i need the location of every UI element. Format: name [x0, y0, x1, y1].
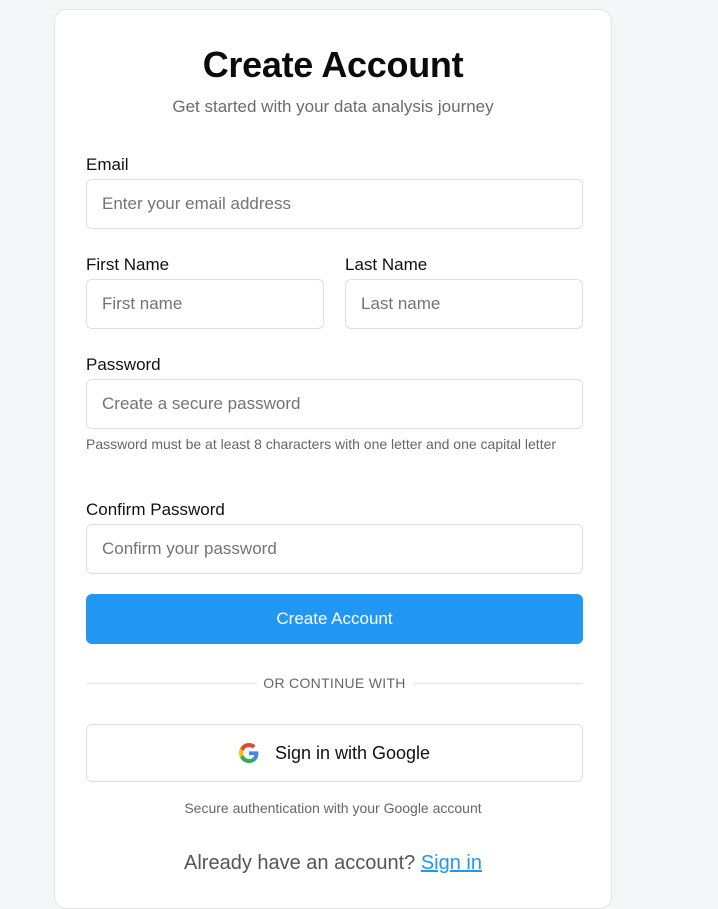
confirm-password-input[interactable] — [86, 524, 583, 574]
first-name-input[interactable] — [86, 279, 324, 329]
google-signin-button[interactable]: Sign in with Google — [86, 724, 583, 782]
password-label: Password — [86, 355, 161, 374]
page-title: Create Account — [202, 44, 464, 85]
google-signin-label: Sign in with Google — [274, 742, 431, 763]
last-name-input[interactable] — [345, 279, 583, 329]
password-hint: Password must be at least 8 characters w… — [86, 436, 557, 452]
signup-card: Create Account Get started with your dat… — [54, 9, 612, 909]
signin-link[interactable]: Sign in — [421, 852, 482, 874]
signin-prompt: Already have an account? — [184, 852, 416, 874]
confirm-password-label: Confirm Password — [86, 500, 225, 519]
signin-prompt-row: Already have an account? Sign in — [55, 852, 611, 875]
create-account-button[interactable]: Create Account — [86, 594, 583, 644]
divider-label: OR CONTINUE WITH — [263, 675, 406, 691]
last-name-label: Last Name — [345, 255, 428, 274]
password-input[interactable] — [86, 379, 583, 429]
google-auth-note: Secure authentication with your Google a… — [184, 800, 482, 816]
page-subtitle: Get started with your data analysis jour… — [172, 97, 494, 116]
first-name-label: First Name — [86, 255, 170, 274]
email-label: Email — [86, 155, 129, 174]
email-input[interactable] — [86, 179, 583, 229]
google-icon — [238, 743, 259, 763]
